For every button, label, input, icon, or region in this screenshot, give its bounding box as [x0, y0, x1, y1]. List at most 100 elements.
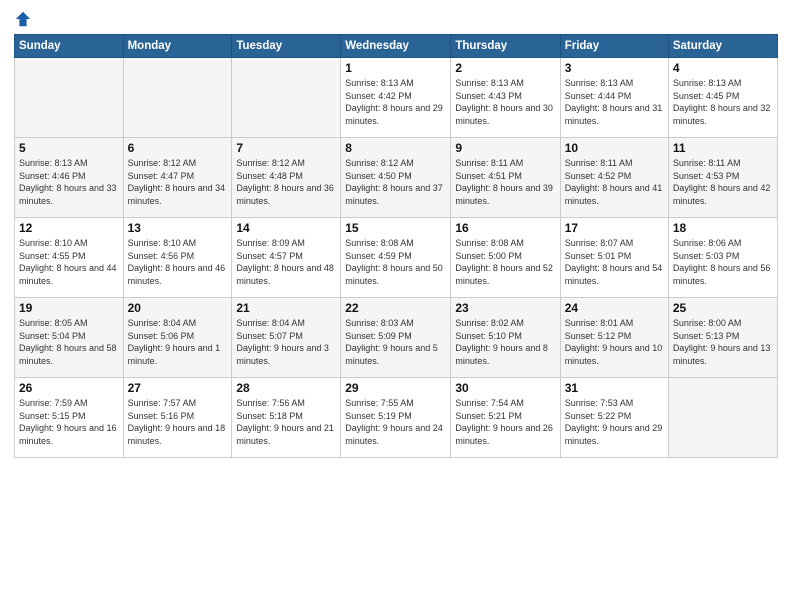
calendar-cell: 12 Sunrise: 8:10 AM Sunset: 4:55 PM Dayli… — [15, 218, 124, 298]
weekday-header: Sunday — [15, 35, 124, 58]
day-number: 4 — [673, 61, 773, 75]
calendar-cell — [232, 58, 341, 138]
day-number: 6 — [128, 141, 228, 155]
calendar-cell: 14 Sunrise: 8:09 AM Sunset: 4:57 PM Dayli… — [232, 218, 341, 298]
calendar-cell: 24 Sunrise: 8:01 AM Sunset: 5:12 PM Dayli… — [560, 298, 668, 378]
day-info: Sunrise: 8:04 AM Sunset: 5:06 PM Dayligh… — [128, 317, 228, 367]
calendar-cell: 6Sunrise: 8:12 AM Sunset: 4:47 PM Daylig… — [123, 138, 232, 218]
day-number: 3 — [565, 61, 664, 75]
day-number: 20 — [128, 301, 228, 315]
weekday-header: Friday — [560, 35, 668, 58]
calendar-cell: 1 Sunrise: 8:13 AM Sunset: 4:42 PM Daylig… — [341, 58, 451, 138]
calendar-week-row: 19 Sunrise: 8:05 AM Sunset: 5:04 PM Dayli… — [15, 298, 778, 378]
weekday-header: Tuesday — [232, 35, 341, 58]
day-info: Sunrise: 8:13 AM Sunset: 4:45 PM Dayligh… — [673, 77, 773, 127]
day-info: Sunrise: 8:06 AM Sunset: 5:03 PM Dayligh… — [673, 237, 773, 287]
logo — [14, 10, 34, 28]
calendar-week-row: 5 Sunrise: 8:13 AM Sunset: 4:46 PM Daylig… — [15, 138, 778, 218]
day-info: Sunrise: 8:07 AM Sunset: 5:01 PM Dayligh… — [565, 237, 664, 287]
calendar-cell: 8Sunrise: 8:12 AM Sunset: 4:50 PM Daylig… — [341, 138, 451, 218]
calendar-cell: 28 Sunrise: 7:56 AM Sunset: 5:18 PM Dayli… — [232, 378, 341, 458]
day-number: 31 — [565, 381, 664, 395]
calendar-cell: 27 Sunrise: 7:57 AM Sunset: 5:16 PM Dayli… — [123, 378, 232, 458]
calendar-cell: 25 Sunrise: 8:00 AM Sunset: 5:13 PM Dayli… — [668, 298, 777, 378]
day-info: Sunrise: 8:13 AM Sunset: 4:43 PM Dayligh… — [455, 77, 555, 127]
day-number: 11 — [673, 141, 773, 155]
calendar-cell: 16 Sunrise: 8:08 AM Sunset: 5:00 PM Dayli… — [451, 218, 560, 298]
day-number: 18 — [673, 221, 773, 235]
calendar-cell: 20 Sunrise: 8:04 AM Sunset: 5:06 PM Dayli… — [123, 298, 232, 378]
day-info: Sunrise: 8:10 AM Sunset: 4:56 PM Dayligh… — [128, 237, 228, 287]
day-info: Sunrise: 8:13 AM Sunset: 4:46 PM Dayligh… — [19, 157, 119, 207]
weekday-header: Monday — [123, 35, 232, 58]
day-info: Sunrise: 8:04 AM Sunset: 5:07 PM Dayligh… — [236, 317, 336, 367]
day-info: Sunrise: 8:00 AM Sunset: 5:13 PM Dayligh… — [673, 317, 773, 367]
calendar-cell: 9 Sunrise: 8:11 AM Sunset: 4:51 PM Daylig… — [451, 138, 560, 218]
calendar-cell: 10 Sunrise: 8:11 AM Sunset: 4:52 PM Dayli… — [560, 138, 668, 218]
day-info: Sunrise: 8:01 AM Sunset: 5:12 PM Dayligh… — [565, 317, 664, 367]
day-info: Sunrise: 8:13 AM Sunset: 4:42 PM Dayligh… — [345, 77, 446, 127]
day-number: 14 — [236, 221, 336, 235]
calendar-week-row: 26 Sunrise: 7:59 AM Sunset: 5:15 PM Dayli… — [15, 378, 778, 458]
calendar-cell: 15Sunrise: 8:08 AM Sunset: 4:59 PM Dayli… — [341, 218, 451, 298]
day-info: Sunrise: 8:08 AM Sunset: 5:00 PM Dayligh… — [455, 237, 555, 287]
calendar-cell: 23Sunrise: 8:02 AM Sunset: 5:10 PM Dayli… — [451, 298, 560, 378]
calendar-cell: 26 Sunrise: 7:59 AM Sunset: 5:15 PM Dayli… — [15, 378, 124, 458]
day-number: 9 — [455, 141, 555, 155]
day-number: 21 — [236, 301, 336, 315]
day-number: 29 — [345, 381, 446, 395]
calendar-cell: 11 Sunrise: 8:11 AM Sunset: 4:53 PM Dayli… — [668, 138, 777, 218]
day-info: Sunrise: 8:13 AM Sunset: 4:44 PM Dayligh… — [565, 77, 664, 127]
day-info: Sunrise: 8:12 AM Sunset: 4:48 PM Dayligh… — [236, 157, 336, 207]
day-number: 16 — [455, 221, 555, 235]
day-info: Sunrise: 8:03 AM Sunset: 5:09 PM Dayligh… — [345, 317, 446, 367]
day-number: 7 — [236, 141, 336, 155]
calendar-cell — [668, 378, 777, 458]
calendar-cell: 22Sunrise: 8:03 AM Sunset: 5:09 PM Dayli… — [341, 298, 451, 378]
day-info: Sunrise: 7:55 AM Sunset: 5:19 PM Dayligh… — [345, 397, 446, 447]
day-number: 10 — [565, 141, 664, 155]
day-info: Sunrise: 8:11 AM Sunset: 4:51 PM Dayligh… — [455, 157, 555, 207]
day-info: Sunrise: 8:11 AM Sunset: 4:53 PM Dayligh… — [673, 157, 773, 207]
day-number: 5 — [19, 141, 119, 155]
calendar-cell: 30Sunrise: 7:54 AM Sunset: 5:21 PM Dayli… — [451, 378, 560, 458]
calendar-cell: 3 Sunrise: 8:13 AM Sunset: 4:44 PM Daylig… — [560, 58, 668, 138]
day-info: Sunrise: 8:09 AM Sunset: 4:57 PM Dayligh… — [236, 237, 336, 287]
calendar-cell — [15, 58, 124, 138]
day-number: 23 — [455, 301, 555, 315]
day-number: 26 — [19, 381, 119, 395]
day-number: 24 — [565, 301, 664, 315]
calendar-cell: 29 Sunrise: 7:55 AM Sunset: 5:19 PM Dayli… — [341, 378, 451, 458]
calendar-cell: 17 Sunrise: 8:07 AM Sunset: 5:01 PM Dayli… — [560, 218, 668, 298]
day-number: 19 — [19, 301, 119, 315]
calendar-cell: 2Sunrise: 8:13 AM Sunset: 4:43 PM Daylig… — [451, 58, 560, 138]
day-info: Sunrise: 7:57 AM Sunset: 5:16 PM Dayligh… — [128, 397, 228, 447]
day-info: Sunrise: 8:11 AM Sunset: 4:52 PM Dayligh… — [565, 157, 664, 207]
day-number: 17 — [565, 221, 664, 235]
calendar-cell: 7 Sunrise: 8:12 AM Sunset: 4:48 PM Daylig… — [232, 138, 341, 218]
day-number: 27 — [128, 381, 228, 395]
day-number: 28 — [236, 381, 336, 395]
weekday-header: Saturday — [668, 35, 777, 58]
day-number: 12 — [19, 221, 119, 235]
calendar-header-row: SundayMondayTuesdayWednesdayThursdayFrid… — [15, 35, 778, 58]
day-info: Sunrise: 7:56 AM Sunset: 5:18 PM Dayligh… — [236, 397, 336, 447]
day-info: Sunrise: 8:05 AM Sunset: 5:04 PM Dayligh… — [19, 317, 119, 367]
calendar-cell: 21 Sunrise: 8:04 AM Sunset: 5:07 PM Dayli… — [232, 298, 341, 378]
weekday-header: Thursday — [451, 35, 560, 58]
weekday-header: Wednesday — [341, 35, 451, 58]
calendar-cell — [123, 58, 232, 138]
calendar-cell: 31Sunrise: 7:53 AM Sunset: 5:22 PM Dayli… — [560, 378, 668, 458]
logo-icon — [14, 10, 32, 28]
header — [14, 10, 778, 28]
day-number: 1 — [345, 61, 446, 75]
day-info: Sunrise: 7:59 AM Sunset: 5:15 PM Dayligh… — [19, 397, 119, 447]
calendar-cell: 4 Sunrise: 8:13 AM Sunset: 4:45 PM Daylig… — [668, 58, 777, 138]
day-number: 25 — [673, 301, 773, 315]
day-number: 30 — [455, 381, 555, 395]
page: SundayMondayTuesdayWednesdayThursdayFrid… — [0, 0, 792, 612]
calendar-cell: 13Sunrise: 8:10 AM Sunset: 4:56 PM Dayli… — [123, 218, 232, 298]
day-info: Sunrise: 8:10 AM Sunset: 4:55 PM Dayligh… — [19, 237, 119, 287]
day-info: Sunrise: 8:12 AM Sunset: 4:50 PM Dayligh… — [345, 157, 446, 207]
calendar-cell: 18 Sunrise: 8:06 AM Sunset: 5:03 PM Dayli… — [668, 218, 777, 298]
